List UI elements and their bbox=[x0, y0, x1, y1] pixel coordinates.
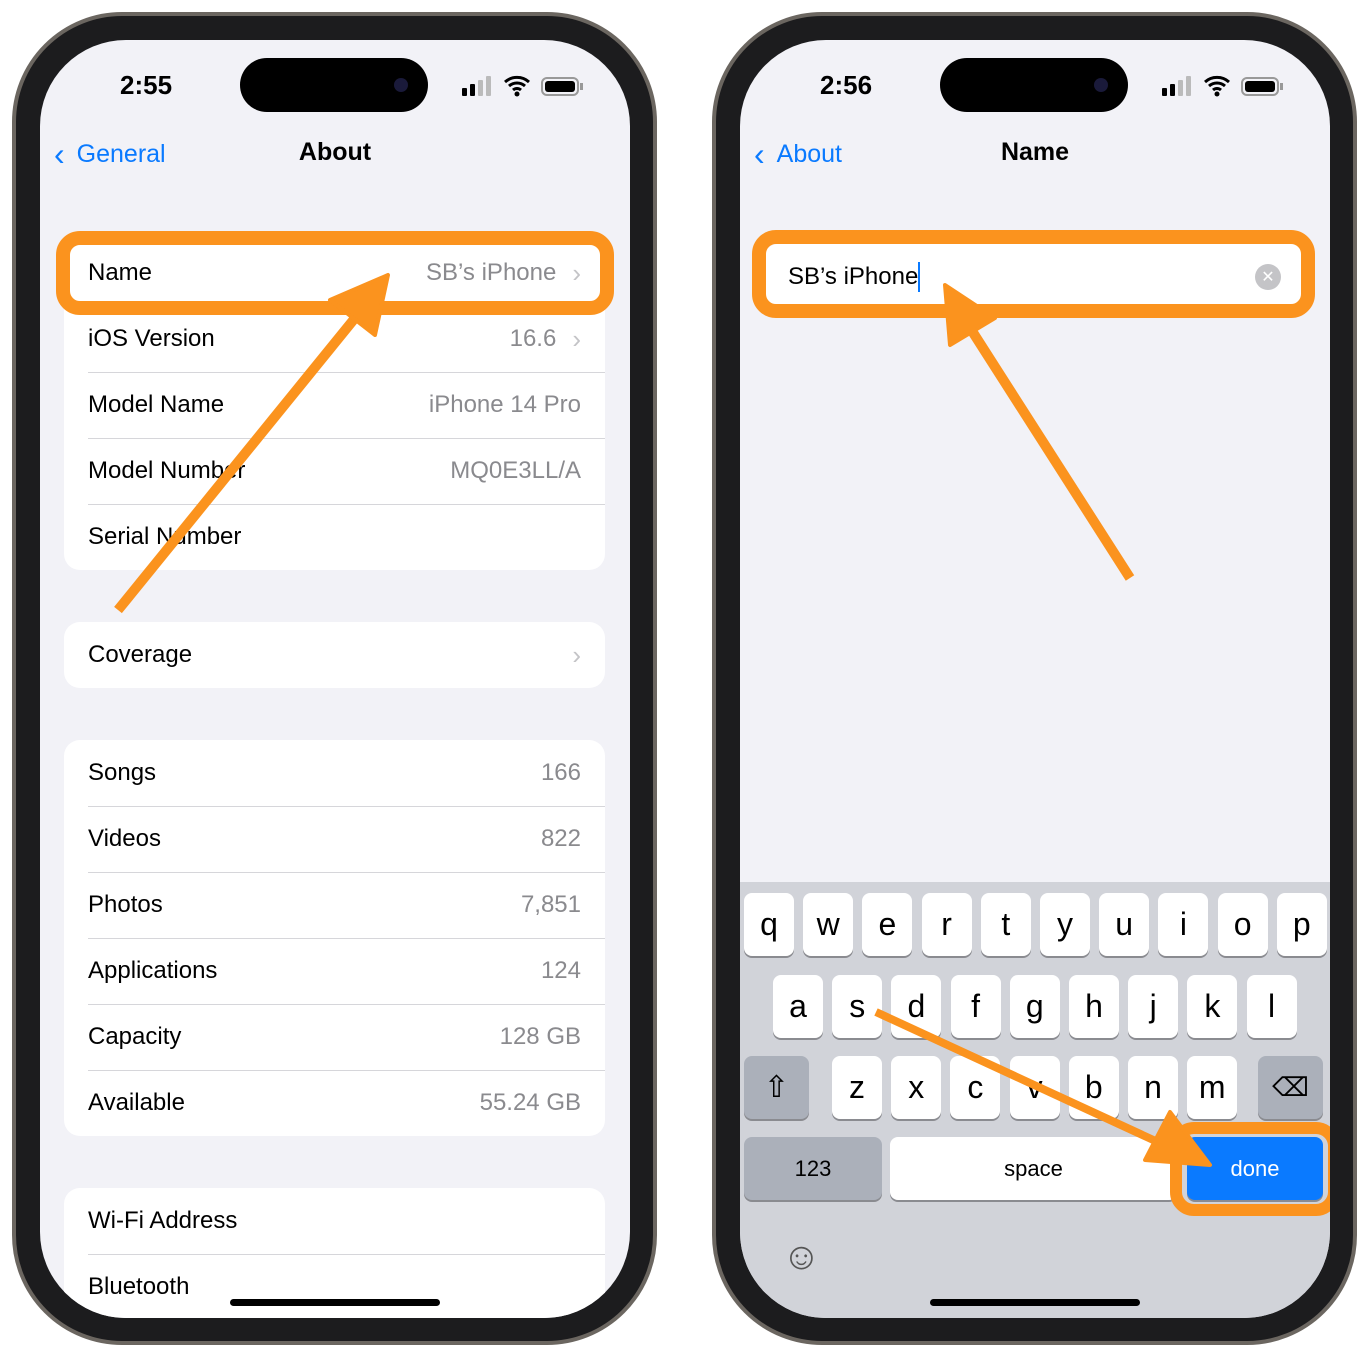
key-s[interactable]: s bbox=[832, 975, 883, 1038]
key-k[interactable]: k bbox=[1187, 975, 1238, 1038]
row-label: Bluetooth bbox=[88, 1273, 190, 1300]
list-item: Model Name iPhone 14 Pro bbox=[64, 372, 605, 438]
shift-key[interactable]: ⇧ bbox=[744, 1056, 809, 1119]
key-w[interactable]: w bbox=[803, 893, 854, 956]
list-item: Applications 124 bbox=[64, 938, 605, 1004]
row-label: Serial Number bbox=[88, 523, 242, 550]
row-value: 124 bbox=[540, 957, 581, 984]
left-screen: 2:55 ‹ General About Name SB’s iPhone › iOS … bbox=[40, 40, 630, 1318]
list-item: Available 55.24 GB bbox=[64, 1070, 605, 1136]
key-i[interactable]: i bbox=[1158, 893, 1209, 956]
row-label: Songs bbox=[88, 759, 157, 786]
delete-key[interactable]: ⌫ bbox=[1258, 1056, 1323, 1119]
row-label: Videos bbox=[88, 825, 161, 852]
name-field-highlight bbox=[752, 230, 1315, 318]
row-label: Model Name bbox=[88, 391, 225, 418]
list-item: Videos 822 bbox=[64, 806, 605, 872]
key-c[interactable]: c bbox=[950, 1056, 1001, 1119]
key-y[interactable]: y bbox=[1040, 893, 1090, 956]
numbers-key[interactable]: 123 bbox=[744, 1137, 882, 1200]
key-u[interactable]: u bbox=[1099, 893, 1150, 956]
done-key-highlight bbox=[1170, 1122, 1330, 1216]
key-l[interactable]: l bbox=[1246, 975, 1297, 1038]
stats-group: Songs 166 Videos 822 Photos 7,851 Applications… bbox=[64, 740, 605, 1136]
coverage-group: Coverage › bbox=[64, 622, 605, 688]
key-n[interactable]: n bbox=[1128, 1056, 1178, 1119]
list-item: Serial Number bbox=[64, 504, 605, 570]
key-t[interactable]: t bbox=[980, 893, 1031, 956]
chevron-right-icon: › bbox=[572, 323, 581, 354]
list-item[interactable]: Coverage › bbox=[64, 622, 605, 688]
row-value: 7,851 bbox=[520, 891, 581, 918]
row-label: Wi-Fi Address bbox=[88, 1207, 238, 1234]
delete-icon: ⌫ bbox=[1272, 1072, 1309, 1102]
row-value: 822 bbox=[540, 825, 581, 852]
row-label: Available bbox=[88, 1089, 185, 1116]
list-item: Photos 7,851 bbox=[64, 872, 605, 938]
shift-icon: ⇧ bbox=[763, 1071, 790, 1104]
status-icons bbox=[1162, 75, 1283, 97]
status-icons bbox=[462, 75, 583, 97]
dynamic-island bbox=[240, 58, 428, 112]
key-r[interactable]: r bbox=[921, 893, 972, 956]
key-h[interactable]: h bbox=[1069, 975, 1119, 1038]
space-key[interactable]: space bbox=[890, 1137, 1177, 1200]
key-o[interactable]: o bbox=[1217, 893, 1268, 956]
list-item: Songs 166 bbox=[64, 740, 605, 806]
key-a[interactable]: a bbox=[773, 975, 823, 1038]
home-indicator bbox=[230, 1299, 440, 1306]
key-x[interactable]: x bbox=[891, 1056, 942, 1119]
keyboard: mnbvcxz lkjhgfdsa poiuytrewq ⇧ ⌫ 123 space… bbox=[740, 882, 1330, 1318]
key-v[interactable]: v bbox=[1009, 1056, 1060, 1119]
row-value: 128 GB bbox=[499, 1023, 581, 1050]
row-label: Applications bbox=[88, 957, 218, 984]
list-item: Wi-Fi Address bbox=[64, 1188, 605, 1254]
key-p[interactable]: p bbox=[1276, 893, 1327, 956]
key-q[interactable]: q bbox=[744, 893, 794, 956]
key-z[interactable]: z bbox=[832, 1056, 882, 1119]
key-e[interactable]: e bbox=[862, 893, 913, 956]
row-value: MQ0E3LL/A bbox=[450, 457, 581, 484]
row-label: iOS Version bbox=[88, 325, 215, 352]
key-d[interactable]: d bbox=[891, 975, 942, 1038]
key-f[interactable]: f bbox=[950, 975, 1001, 1038]
row-label: Coverage bbox=[88, 641, 193, 668]
row-value: iPhone 14 Pro bbox=[428, 391, 581, 418]
key-b[interactable]: b bbox=[1068, 1056, 1119, 1119]
key-g[interactable]: g bbox=[1009, 975, 1060, 1038]
row-label: Model Number bbox=[88, 457, 246, 484]
row-value: 16.6 bbox=[509, 325, 557, 352]
row-value: 55.24 GB bbox=[479, 1089, 581, 1116]
list-item: Bluetooth bbox=[64, 1254, 605, 1318]
dynamic-island bbox=[940, 58, 1128, 112]
list-item: Model Number MQ0E3LL/A bbox=[64, 438, 605, 504]
list-item[interactable]: iOS Version 16.6 › bbox=[64, 306, 605, 372]
name-row-highlight bbox=[56, 231, 614, 315]
row-label: Photos bbox=[88, 891, 163, 918]
key-j[interactable]: j bbox=[1128, 975, 1179, 1038]
home-indicator bbox=[930, 1299, 1140, 1306]
status-time: 2:56 bbox=[820, 70, 873, 100]
chevron-right-icon: › bbox=[572, 639, 581, 670]
list-item: Capacity 128 GB bbox=[64, 1004, 605, 1070]
row-value: 166 bbox=[540, 759, 581, 786]
key-m[interactable]: m bbox=[1187, 1056, 1238, 1119]
status-time: 2:55 bbox=[120, 70, 173, 100]
row-label: Capacity bbox=[88, 1023, 182, 1050]
right-screen: 2:56 ‹ About Name SB’s iPhone ✕ mnbvcxzlkj… bbox=[740, 40, 1330, 1318]
emoji-icon[interactable]: ☺ bbox=[782, 1236, 821, 1279]
page-title: About bbox=[298, 138, 372, 166]
page-title: Name bbox=[1000, 138, 1070, 166]
